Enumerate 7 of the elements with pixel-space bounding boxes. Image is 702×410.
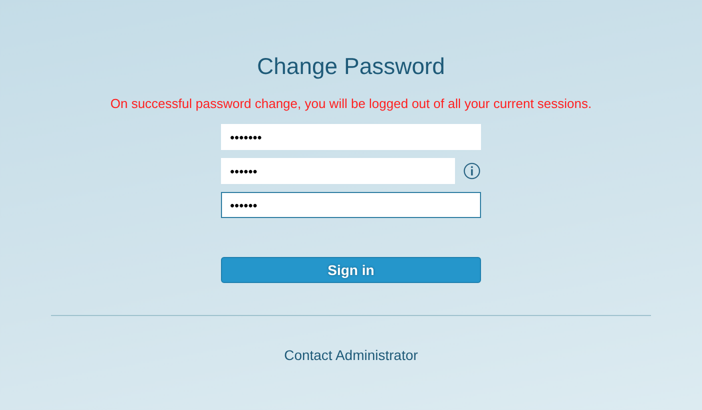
warning-message: On successful password change, you will be logged out of all your current sessions.: [110, 96, 592, 112]
info-icon[interactable]: [463, 161, 481, 181]
page-title: Change Password: [257, 52, 445, 80]
password-field[interactable]: ••••••: [221, 192, 481, 218]
password-field[interactable]: ••••••: [221, 158, 456, 184]
password-field[interactable]: •••••••: [221, 124, 481, 150]
contact-link[interactable]: Contact Administrator: [284, 347, 418, 363]
